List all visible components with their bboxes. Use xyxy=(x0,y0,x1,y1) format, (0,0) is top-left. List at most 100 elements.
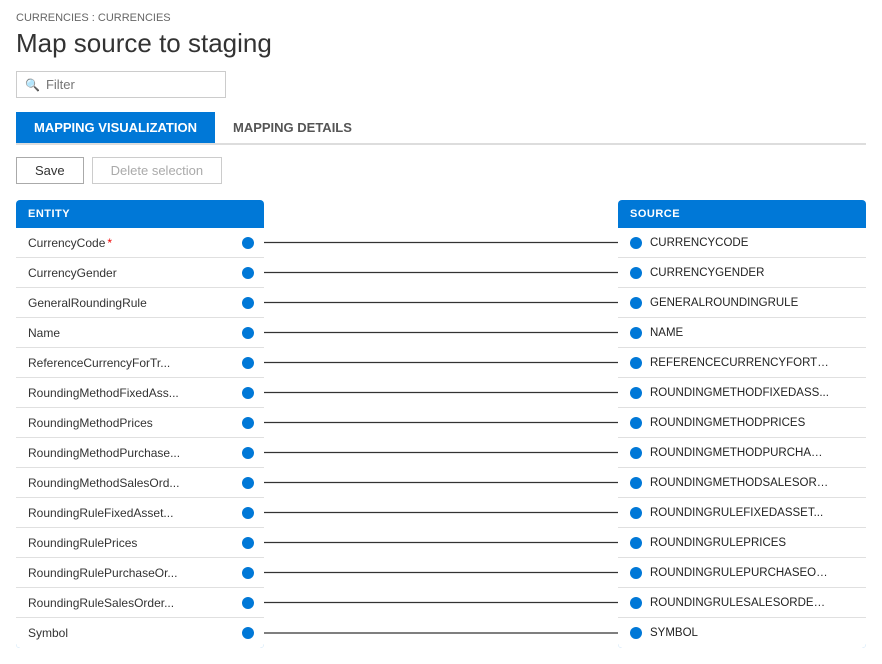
connector-dot xyxy=(630,507,642,519)
entity-row[interactable]: RoundingRulePurchaseOr... xyxy=(16,558,264,588)
source-row-label: NAME xyxy=(650,327,683,339)
source-row[interactable]: ROUNDINGMETHODSALESORD... xyxy=(618,468,866,498)
source-row-label: ROUNDINGMETHODSALESORD... xyxy=(650,477,830,489)
connector-dot xyxy=(630,417,642,429)
source-row[interactable]: REFERENCECURRENCYFORTR... xyxy=(618,348,866,378)
entity-row-label: CurrencyGender xyxy=(28,266,117,280)
source-row-label: ROUNDINGRULESALESORDER... xyxy=(650,597,830,609)
connector-dot xyxy=(630,447,642,459)
filter-input[interactable] xyxy=(46,77,217,92)
connector-dot xyxy=(242,417,254,429)
source-row-label: SYMBOL xyxy=(650,627,698,639)
connector-dot xyxy=(630,267,642,279)
connector-dot xyxy=(242,297,254,309)
source-row[interactable]: SYMBOL xyxy=(618,618,866,648)
source-row-label: ROUNDINGMETHODFIXEDASS... xyxy=(650,387,829,399)
source-row[interactable]: CURRENCYCODE xyxy=(618,228,866,258)
entity-panel-header: ENTITY xyxy=(16,200,264,228)
source-row[interactable]: NAME xyxy=(618,318,866,348)
source-row[interactable]: ROUNDINGRULEFIXEDASSET... xyxy=(618,498,866,528)
tab-mapping-details[interactable]: MAPPING DETAILS xyxy=(215,112,370,143)
connector-dot xyxy=(242,237,254,249)
entity-row[interactable]: ReferenceCurrencyForTr... xyxy=(16,348,264,378)
source-row[interactable]: ROUNDINGRULESALESORDER... xyxy=(618,588,866,618)
connector-dot xyxy=(630,357,642,369)
toolbar: Save Delete selection xyxy=(16,157,866,184)
source-rows: CURRENCYCODE CURRENCYGENDER GENERALROUNDIN… xyxy=(618,228,866,648)
connector-dot xyxy=(242,267,254,279)
source-row[interactable]: GENERALROUNDINGRULE xyxy=(618,288,866,318)
source-row-label: CURRENCYCODE xyxy=(650,237,748,249)
save-button[interactable]: Save xyxy=(16,157,84,184)
connector-dot xyxy=(242,627,254,639)
source-row[interactable]: ROUNDINGMETHODFIXEDASS... xyxy=(618,378,866,408)
source-panel: SOURCE CURRENCYCODE CURRENCYGENDER GENERAL… xyxy=(618,200,866,648)
connector-dot xyxy=(630,327,642,339)
source-row[interactable]: ROUNDINGMETHODPURCHASE... xyxy=(618,438,866,468)
entity-row-label: CurrencyCode xyxy=(28,236,105,250)
search-icon: 🔍 xyxy=(25,78,40,92)
connector-dot xyxy=(242,567,254,579)
entity-panel: ENTITY CurrencyCode * CurrencyGender Gener… xyxy=(16,200,264,648)
connector-dot xyxy=(242,387,254,399)
entity-row-label: RoundingRuleFixedAsset... xyxy=(28,506,173,520)
connector-dot xyxy=(242,537,254,549)
connector-dot xyxy=(630,537,642,549)
source-row[interactable]: ROUNDINGRULEPRICES xyxy=(618,528,866,558)
mapping-area: ENTITY CurrencyCode * CurrencyGender Gener… xyxy=(16,200,866,648)
tab-mapping-visualization[interactable]: MAPPING VISUALIZATION xyxy=(16,112,215,143)
connector-dot xyxy=(242,477,254,489)
entity-row[interactable]: RoundingMethodPrices xyxy=(16,408,264,438)
entity-row[interactable]: CurrencyGender xyxy=(16,258,264,288)
delete-selection-button[interactable]: Delete selection xyxy=(92,157,223,184)
entity-row[interactable]: RoundingMethodFixedAss... xyxy=(16,378,264,408)
connector-dot xyxy=(242,507,254,519)
connector-dot xyxy=(630,297,642,309)
entity-row-label: RoundingRulePrices xyxy=(28,536,137,550)
connector-dot xyxy=(630,597,642,609)
connector-dot xyxy=(630,237,642,249)
entity-row-label: RoundingMethodPurchase... xyxy=(28,446,180,460)
connector-dot xyxy=(630,627,642,639)
connector-dot xyxy=(630,387,642,399)
entity-row[interactable]: RoundingRulePrices xyxy=(16,528,264,558)
entity-row-label: RoundingRuleSalesOrder... xyxy=(28,596,174,610)
mapping-lines-svg xyxy=(264,200,618,648)
source-row-label: ROUNDINGRULEPURCHASEOR... xyxy=(650,567,830,579)
entity-rows: CurrencyCode * CurrencyGender GeneralRound… xyxy=(16,228,264,648)
entity-row[interactable]: CurrencyCode * xyxy=(16,228,264,258)
source-row[interactable]: ROUNDINGMETHODPRICES xyxy=(618,408,866,438)
entity-row[interactable]: GeneralRoundingRule xyxy=(16,288,264,318)
entity-row-label: ReferenceCurrencyForTr... xyxy=(28,356,170,370)
page-wrapper: CURRENCIES : CURRENCIES Map source to st… xyxy=(0,0,882,664)
entity-row-label: RoundingMethodPrices xyxy=(28,416,153,430)
entity-row[interactable]: Symbol xyxy=(16,618,264,648)
breadcrumb: CURRENCIES : CURRENCIES xyxy=(16,12,866,24)
entity-row-label: RoundingRulePurchaseOr... xyxy=(28,566,177,580)
source-row-label: ROUNDINGRULEFIXEDASSET... xyxy=(650,507,823,519)
lines-container xyxy=(264,200,618,648)
entity-row[interactable]: RoundingMethodSalesOrd... xyxy=(16,468,264,498)
connector-dot xyxy=(630,477,642,489)
entity-row[interactable]: RoundingRuleSalesOrder... xyxy=(16,588,264,618)
source-panel-header: SOURCE xyxy=(618,200,866,228)
source-row[interactable]: CURRENCYGENDER xyxy=(618,258,866,288)
connector-dot xyxy=(242,597,254,609)
source-row-label: ROUNDINGMETHODPRICES xyxy=(650,417,805,429)
tabs: MAPPING VISUALIZATION MAPPING DETAILS xyxy=(16,112,866,145)
connector-dot xyxy=(242,357,254,369)
entity-row[interactable]: RoundingMethodPurchase... xyxy=(16,438,264,468)
entity-row[interactable]: Name xyxy=(16,318,264,348)
source-row[interactable]: ROUNDINGRULEPURCHASEOR... xyxy=(618,558,866,588)
entity-row-label: RoundingMethodSalesOrd... xyxy=(28,476,179,490)
entity-row[interactable]: RoundingRuleFixedAsset... xyxy=(16,498,264,528)
source-row-label: ROUNDINGRULEPRICES xyxy=(650,537,786,549)
source-row-label: GENERALROUNDINGRULE xyxy=(650,297,798,309)
filter-box: 🔍 xyxy=(16,71,226,98)
entity-row-label: GeneralRoundingRule xyxy=(28,296,147,310)
entity-row-label: Symbol xyxy=(28,626,68,640)
page-title: Map source to staging xyxy=(16,28,866,59)
entity-row-label: RoundingMethodFixedAss... xyxy=(28,386,179,400)
entity-row-label: Name xyxy=(28,326,60,340)
source-row-label: REFERENCECURRENCYFORTR... xyxy=(650,357,830,369)
